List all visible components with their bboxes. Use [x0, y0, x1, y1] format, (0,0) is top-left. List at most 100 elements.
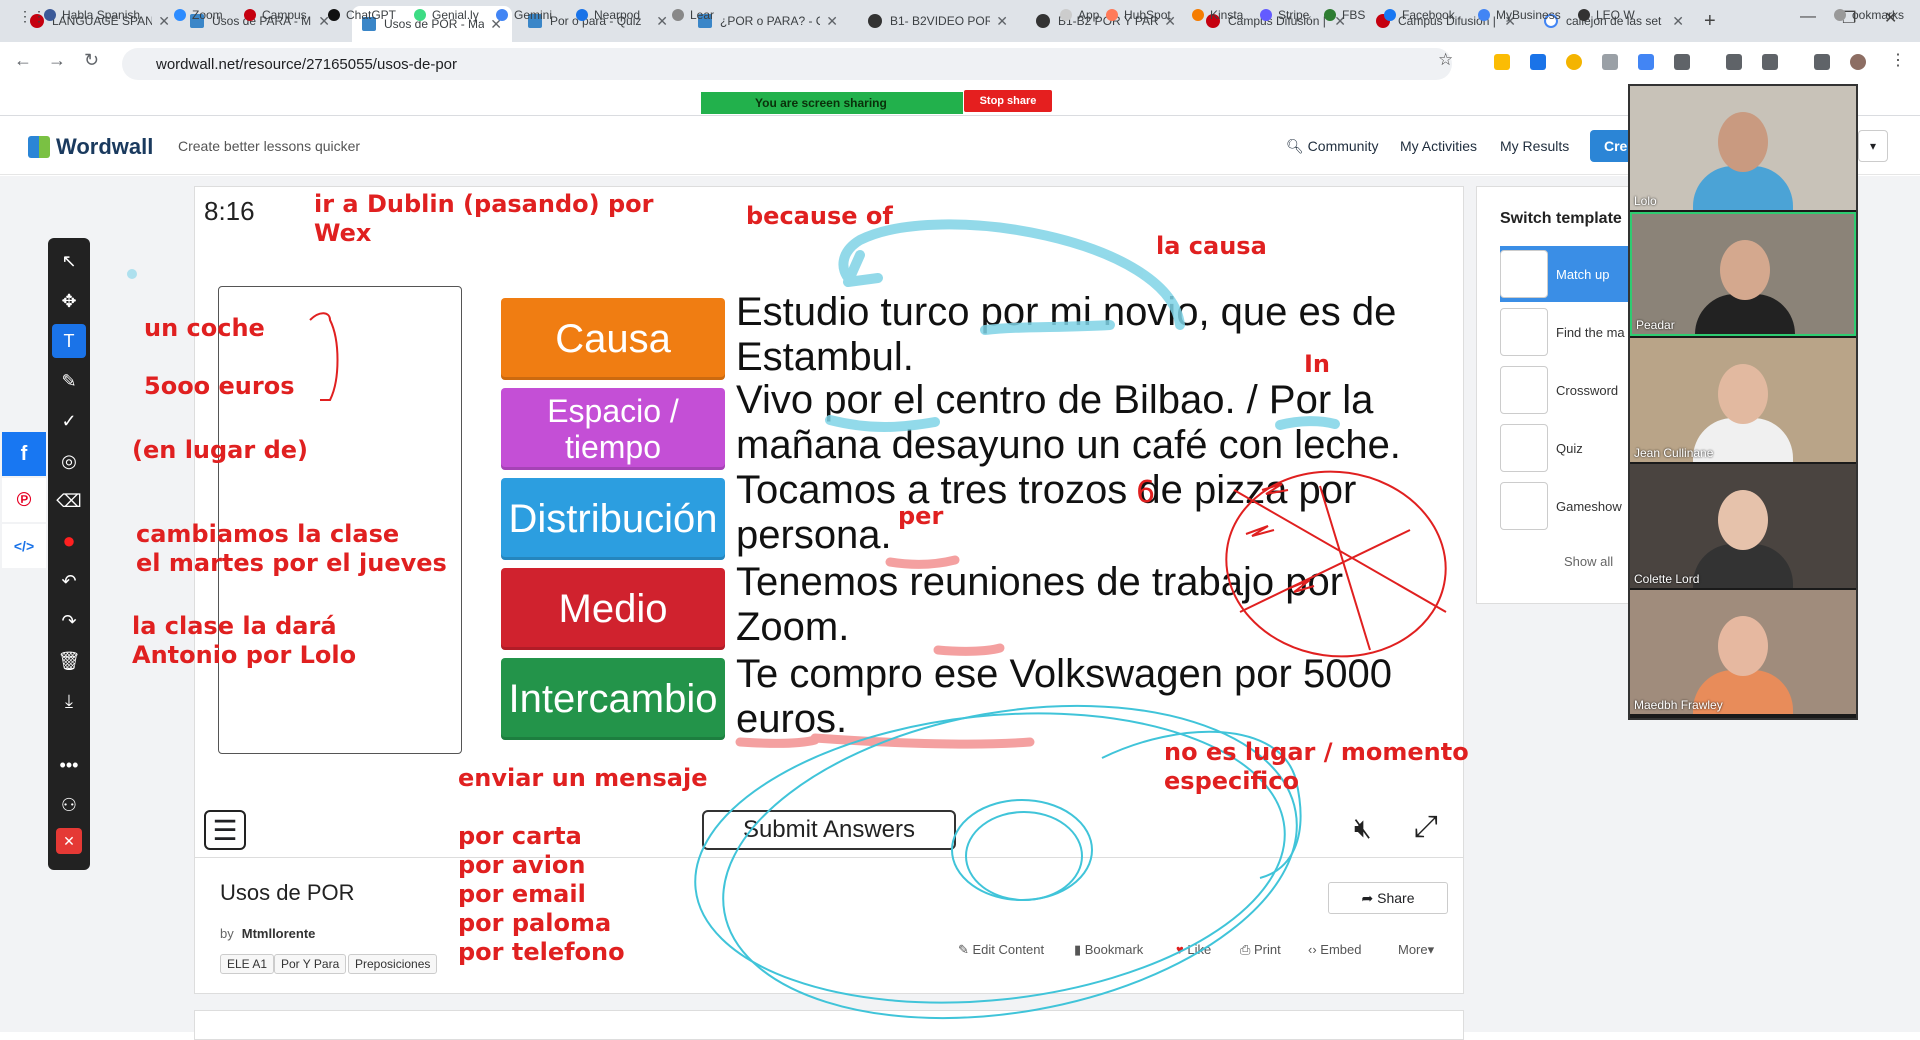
- participant-tile[interactable]: Jean Cullinane: [1630, 338, 1856, 462]
- new-tab-button[interactable]: +: [1704, 10, 1716, 33]
- profile-avatar[interactable]: [1850, 54, 1866, 70]
- spotlight-icon[interactable]: ◎: [52, 444, 86, 478]
- mute-icon[interactable]: 🔇︎: [1354, 812, 1372, 845]
- extension-icon[interactable]: [1602, 54, 1618, 70]
- submit-answers-button[interactable]: Submit Answers: [702, 810, 956, 850]
- color-picker-icon[interactable]: ●: [52, 524, 86, 558]
- category-tile[interactable]: Intercambio: [501, 658, 725, 740]
- close-toolbar-icon[interactable]: ✕: [56, 828, 82, 854]
- sentence-item[interactable]: Vivo por el centro de Bilbao. / Por la m…: [736, 378, 1436, 468]
- nav-my-activities[interactable]: My Activities: [1400, 138, 1477, 154]
- annotation-because-of: because of: [746, 202, 893, 230]
- puzzle-icon[interactable]: [1674, 54, 1690, 70]
- text-tool-icon[interactable]: T: [52, 324, 86, 358]
- tab-close-icon[interactable]: ✕: [996, 13, 1008, 30]
- bookmark-item[interactable]: Lear: [672, 8, 714, 22]
- create-activity-button[interactable]: Cre: [1590, 130, 1630, 162]
- bookmark-item[interactable]: LEO W: [1578, 8, 1635, 22]
- category-tile[interactable]: Espacio / tiempo: [501, 388, 725, 470]
- reload-icon[interactable]: ↻: [84, 50, 99, 71]
- bookmark-item[interactable]: Kinsta: [1192, 8, 1243, 22]
- forward-icon[interactable]: →: [48, 50, 66, 71]
- move-icon[interactable]: ✥: [52, 284, 86, 318]
- browser-tab[interactable]: B1- B2VIDEO POR ✕: [858, 6, 1018, 36]
- bookmark-item[interactable]: Nearpod: [576, 8, 640, 22]
- logo-icon: [28, 136, 50, 158]
- tab-close-icon[interactable]: ✕: [1672, 13, 1684, 30]
- url-field[interactable]: wordwall.net/resource/27165055/usos-de-p…: [122, 48, 1452, 80]
- extension-icon[interactable]: [1530, 54, 1546, 70]
- select-arrow-icon[interactable]: ↖: [52, 244, 86, 278]
- kebab-menu-icon[interactable]: ⋮: [1890, 50, 1906, 69]
- author-link[interactable]: Mtmllorente: [242, 926, 316, 941]
- minimize-button[interactable]: —: [1800, 8, 1816, 26]
- stop-share-button[interactable]: Stop share: [964, 90, 1052, 112]
- eraser-icon[interactable]: ⌫: [52, 484, 86, 518]
- bookmark-item[interactable]: Stripe: [1260, 8, 1309, 22]
- user-settings-icon[interactable]: ⚇: [52, 788, 86, 822]
- action-more[interactable]: More▾: [1398, 942, 1434, 958]
- reading-list-icon[interactable]: [1814, 54, 1830, 70]
- bookmark-item[interactable]: Habla Spanish: [44, 8, 140, 22]
- participant-tile[interactable]: Peadar: [1630, 212, 1856, 336]
- extension-icon[interactable]: [1494, 54, 1510, 70]
- redo-icon[interactable]: ↷: [52, 604, 86, 638]
- bookmark-item[interactable]: ookmarks: [1834, 8, 1904, 22]
- nav-my-results[interactable]: My Results: [1500, 138, 1569, 154]
- bookmark-item[interactable]: Gemini: [496, 8, 552, 22]
- language-dropdown[interactable]: ▾: [1858, 130, 1888, 162]
- bookmark-item[interactable]: FBS: [1324, 8, 1365, 22]
- cast-icon[interactable]: [1762, 54, 1778, 70]
- bookmark-item[interactable]: Campus: [244, 8, 307, 22]
- bookmark-item[interactable]: Zoom: [174, 8, 223, 22]
- action-like[interactable]: ♥ Like: [1176, 942, 1211, 957]
- trash-icon[interactable]: [1726, 54, 1742, 70]
- action-edit-content[interactable]: ✎ Edit Content: [958, 942, 1044, 958]
- check-icon[interactable]: ✓: [52, 404, 86, 438]
- category-tile[interactable]: Distribución: [501, 478, 725, 560]
- fullscreen-icon[interactable]: ⤢: [1414, 810, 1438, 844]
- tag-chip[interactable]: Por Y Para: [274, 954, 347, 974]
- apps-grid-icon[interactable]: ⋮⋮: [18, 8, 46, 25]
- bookmark-item[interactable]: ChatGPT: [328, 8, 396, 22]
- bookmark-item[interactable]: MyBusiness: [1478, 8, 1561, 22]
- activity-menu-button[interactable]: ☰: [204, 810, 246, 850]
- tab-close-icon[interactable]: ✕: [826, 13, 838, 30]
- category-tile[interactable]: Medio: [501, 568, 725, 650]
- show-all-link[interactable]: Show all: [1564, 554, 1613, 569]
- tag-chip[interactable]: Preposiciones: [348, 954, 438, 974]
- download-icon[interactable]: ⤓: [52, 684, 86, 718]
- nav-community[interactable]: 🔍︎ Community: [1286, 138, 1378, 155]
- participant-tile[interactable]: Lolo: [1630, 86, 1856, 210]
- more-icon[interactable]: •••: [52, 748, 86, 782]
- bookmark-item[interactable]: Genial.ly: [414, 8, 479, 22]
- extension-icon[interactable]: [1638, 54, 1654, 70]
- tab-close-icon[interactable]: ✕: [656, 13, 668, 30]
- action-bookmark[interactable]: ▮ Bookmark: [1074, 942, 1143, 958]
- sentence-item[interactable]: Estudio turco por mi novio, que es de Es…: [736, 290, 1436, 380]
- participant-tile[interactable]: Maedbh Frawley: [1630, 590, 1856, 714]
- sentence-item[interactable]: Te compro ese Volkswagen por 5000 euros.: [736, 652, 1436, 742]
- pinterest-share-icon[interactable]: ℗: [2, 478, 46, 522]
- wordwall-logo[interactable]: Wordwall: [28, 134, 153, 160]
- category-tile[interactable]: Causa: [501, 298, 725, 380]
- bookmark-item[interactable]: HubSpot: [1106, 8, 1171, 22]
- action-embed[interactable]: ‹› Embed: [1308, 942, 1361, 957]
- bookmark-item[interactable]: App: [1060, 8, 1099, 22]
- tab-close-icon[interactable]: ✕: [158, 13, 170, 30]
- back-icon[interactable]: ←: [14, 50, 32, 71]
- participant-tile[interactable]: Colette Lord: [1630, 464, 1856, 588]
- undo-icon[interactable]: ↶: [52, 564, 86, 598]
- bookmark-star-icon[interactable]: ☆: [1438, 50, 1453, 70]
- sentence-item[interactable]: Tenemos reuniones de trabajo por Zoom.: [736, 560, 1436, 650]
- facebook-share-icon[interactable]: f: [2, 432, 46, 476]
- pen-icon[interactable]: ✎: [52, 364, 86, 398]
- bookmark-item[interactable]: Facebook: [1384, 8, 1455, 22]
- embed-code-icon[interactable]: </>: [2, 524, 46, 568]
- tag-chip[interactable]: ELE A1: [220, 954, 275, 974]
- action-print[interactable]: ⎙ Print: [1240, 942, 1281, 958]
- extension-icon[interactable]: [1566, 54, 1582, 70]
- sentence-item[interactable]: Tocamos a tres trozos de pizza por perso…: [736, 468, 1436, 558]
- delete-icon[interactable]: 🗑︎: [52, 644, 86, 678]
- share-button[interactable]: ➦ Share: [1328, 882, 1448, 914]
